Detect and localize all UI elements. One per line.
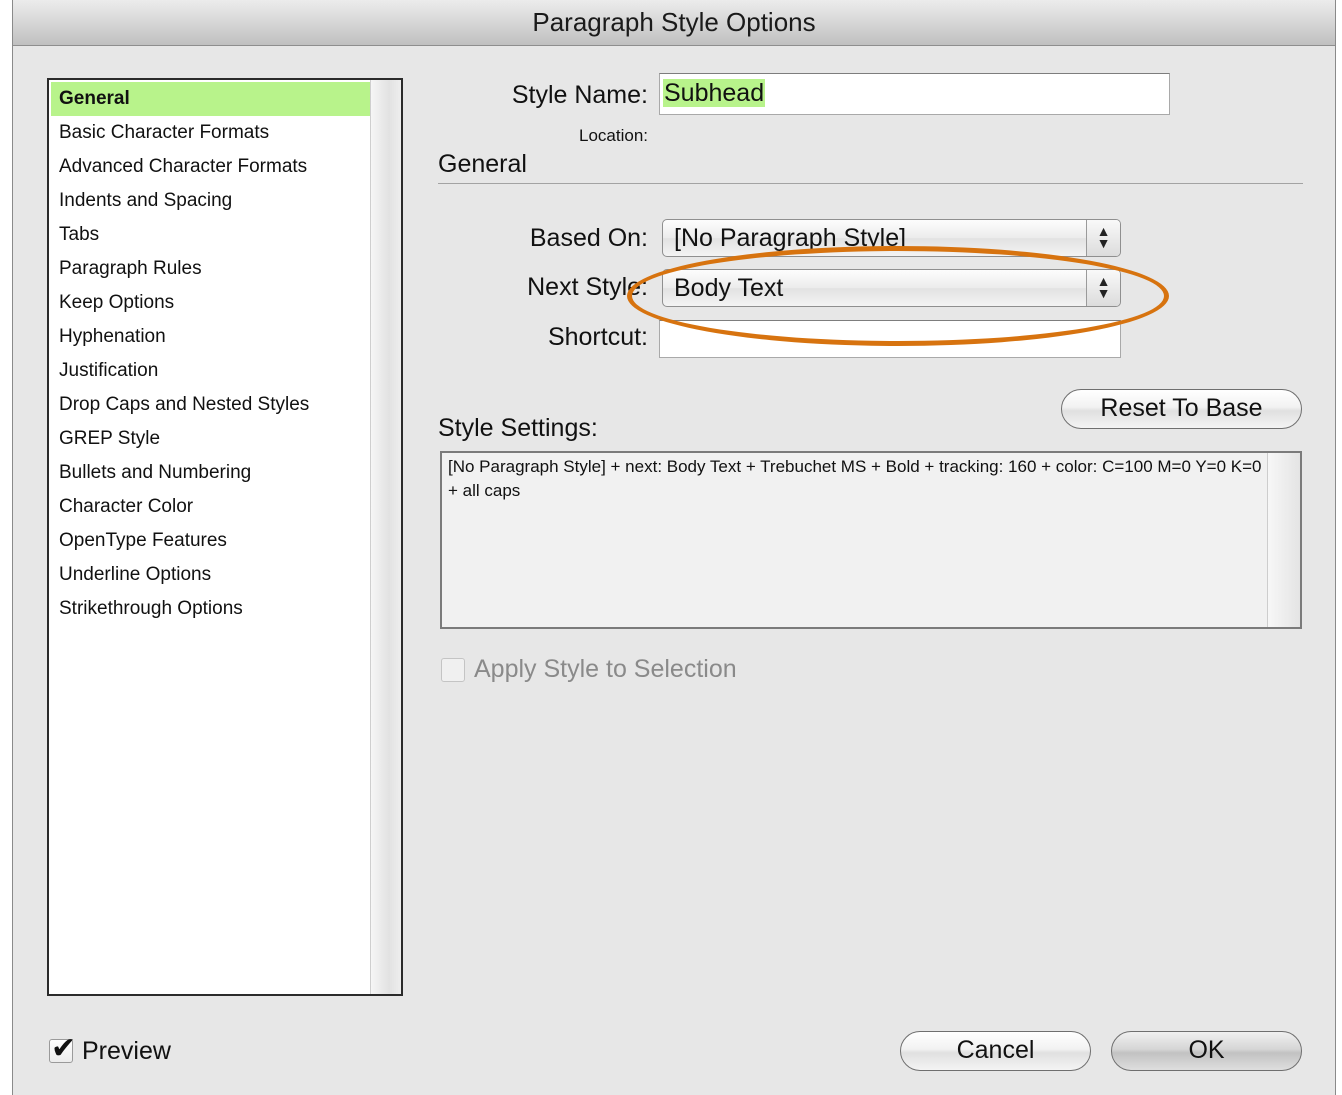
section-title: General xyxy=(438,150,527,178)
paragraph-style-options-dialog: Paragraph Style Options General Basic Ch… xyxy=(12,0,1336,1095)
style-name-field[interactable]: Subhead xyxy=(659,73,1170,115)
next-style-popup[interactable]: Body Text ▲ ▼ xyxy=(662,269,1121,307)
checkmark-icon: ✔ xyxy=(51,1032,77,1065)
section-divider xyxy=(438,183,1303,184)
next-style-label: Next Style: xyxy=(527,273,648,301)
category-item-opentype-features[interactable]: OpenType Features xyxy=(51,524,371,558)
style-settings-box: [No Paragraph Style] + next: Body Text +… xyxy=(440,451,1302,629)
category-item-character-color[interactable]: Character Color xyxy=(51,490,371,524)
category-item-tabs[interactable]: Tabs xyxy=(51,218,371,252)
based-on-popup[interactable]: [No Paragraph Style] ▲ ▼ xyxy=(662,219,1121,257)
popup-arrows-icon: ▲ ▼ xyxy=(1086,270,1120,306)
preview-checkbox[interactable]: ✔ xyxy=(49,1032,76,1065)
category-item-strikethrough-options[interactable]: Strikethrough Options xyxy=(51,592,371,626)
based-on-value: [No Paragraph Style] xyxy=(674,224,907,252)
cancel-button[interactable]: Cancel xyxy=(900,1031,1091,1071)
preview-label: Preview xyxy=(82,1037,171,1065)
category-item-justification[interactable]: Justification xyxy=(51,354,371,388)
category-list: General Basic Character Formats Advanced… xyxy=(47,78,403,996)
category-item-drop-caps-nested-styles[interactable]: Drop Caps and Nested Styles xyxy=(51,388,371,422)
category-item-hyphenation[interactable]: Hyphenation xyxy=(51,320,371,354)
popup-arrows-icon: ▲ ▼ xyxy=(1086,220,1120,256)
category-item-bullets-numbering[interactable]: Bullets and Numbering xyxy=(51,456,371,490)
style-settings-label: Style Settings: xyxy=(438,414,598,442)
based-on-label: Based On: xyxy=(529,224,648,252)
window-title: Paragraph Style Options xyxy=(13,0,1335,46)
style-name-value: Subhead xyxy=(663,79,766,107)
ok-button[interactable]: OK xyxy=(1111,1031,1302,1071)
location-label: Location: xyxy=(579,126,648,145)
shortcut-field[interactable] xyxy=(659,320,1121,358)
style-settings-scrollbar[interactable] xyxy=(1267,453,1300,627)
apply-style-label: Apply Style to Selection xyxy=(474,655,737,683)
style-name-label: Style Name: xyxy=(511,81,648,109)
category-item-indents-and-spacing[interactable]: Indents and Spacing xyxy=(51,184,371,218)
reset-to-base-button[interactable]: Reset To Base xyxy=(1061,389,1302,429)
category-item-general[interactable]: General xyxy=(51,82,371,116)
category-item-keep-options[interactable]: Keep Options xyxy=(51,286,371,320)
category-item-advanced-character-formats[interactable]: Advanced Character Formats xyxy=(51,150,371,184)
category-item-paragraph-rules[interactable]: Paragraph Rules xyxy=(51,252,371,286)
apply-style-checkbox[interactable] xyxy=(441,658,465,682)
next-style-value: Body Text xyxy=(674,274,784,302)
category-list-scrollbar[interactable] xyxy=(370,80,401,994)
shortcut-label: Shortcut: xyxy=(547,323,648,351)
category-item-underline-options[interactable]: Underline Options xyxy=(51,558,371,592)
category-item-basic-character-formats[interactable]: Basic Character Formats xyxy=(51,116,371,150)
category-item-grep-style[interactable]: GREP Style xyxy=(51,422,371,456)
style-settings-text: [No Paragraph Style] + next: Body Text +… xyxy=(448,457,1262,500)
